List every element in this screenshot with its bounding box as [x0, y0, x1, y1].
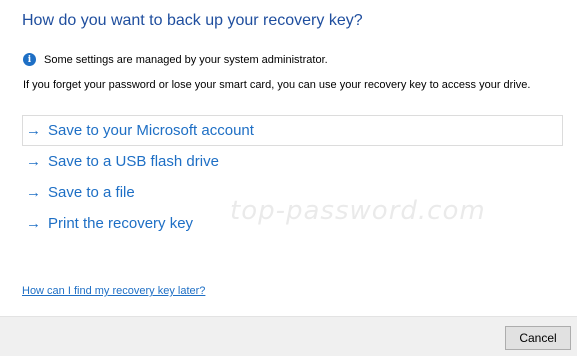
dialog-footer: Cancel — [0, 316, 577, 356]
cancel-button[interactable]: Cancel — [505, 326, 571, 350]
option-label: Print the recovery key — [48, 215, 194, 232]
arrow-right-icon: → — [26, 153, 41, 170]
option-save-microsoft-account[interactable]: → Save to your Microsoft account — [22, 115, 563, 146]
option-label: Save to a USB flash drive — [48, 153, 219, 170]
option-save-usb-flash-drive[interactable]: → Save to a USB flash drive — [22, 146, 563, 177]
info-icon: i — [23, 53, 36, 66]
arrow-right-icon: → — [26, 215, 41, 232]
option-label: Save to a file — [48, 184, 135, 201]
explanation-text: If you forget your password or lose your… — [23, 79, 531, 91]
watermark: top-password.com — [230, 196, 486, 226]
dialog-heading: How do you want to back up your recovery… — [22, 12, 363, 29]
find-recovery-key-link[interactable]: How can I find my recovery key later? — [22, 285, 205, 297]
backup-recovery-key-dialog: How do you want to back up your recovery… — [0, 0, 577, 356]
arrow-right-icon: → — [26, 122, 41, 139]
admin-notice-text: Some settings are managed by your system… — [44, 53, 328, 66]
option-label: Save to your Microsoft account — [48, 122, 254, 139]
admin-notice: i Some settings are managed by your syst… — [23, 53, 328, 66]
arrow-right-icon: → — [26, 184, 41, 201]
